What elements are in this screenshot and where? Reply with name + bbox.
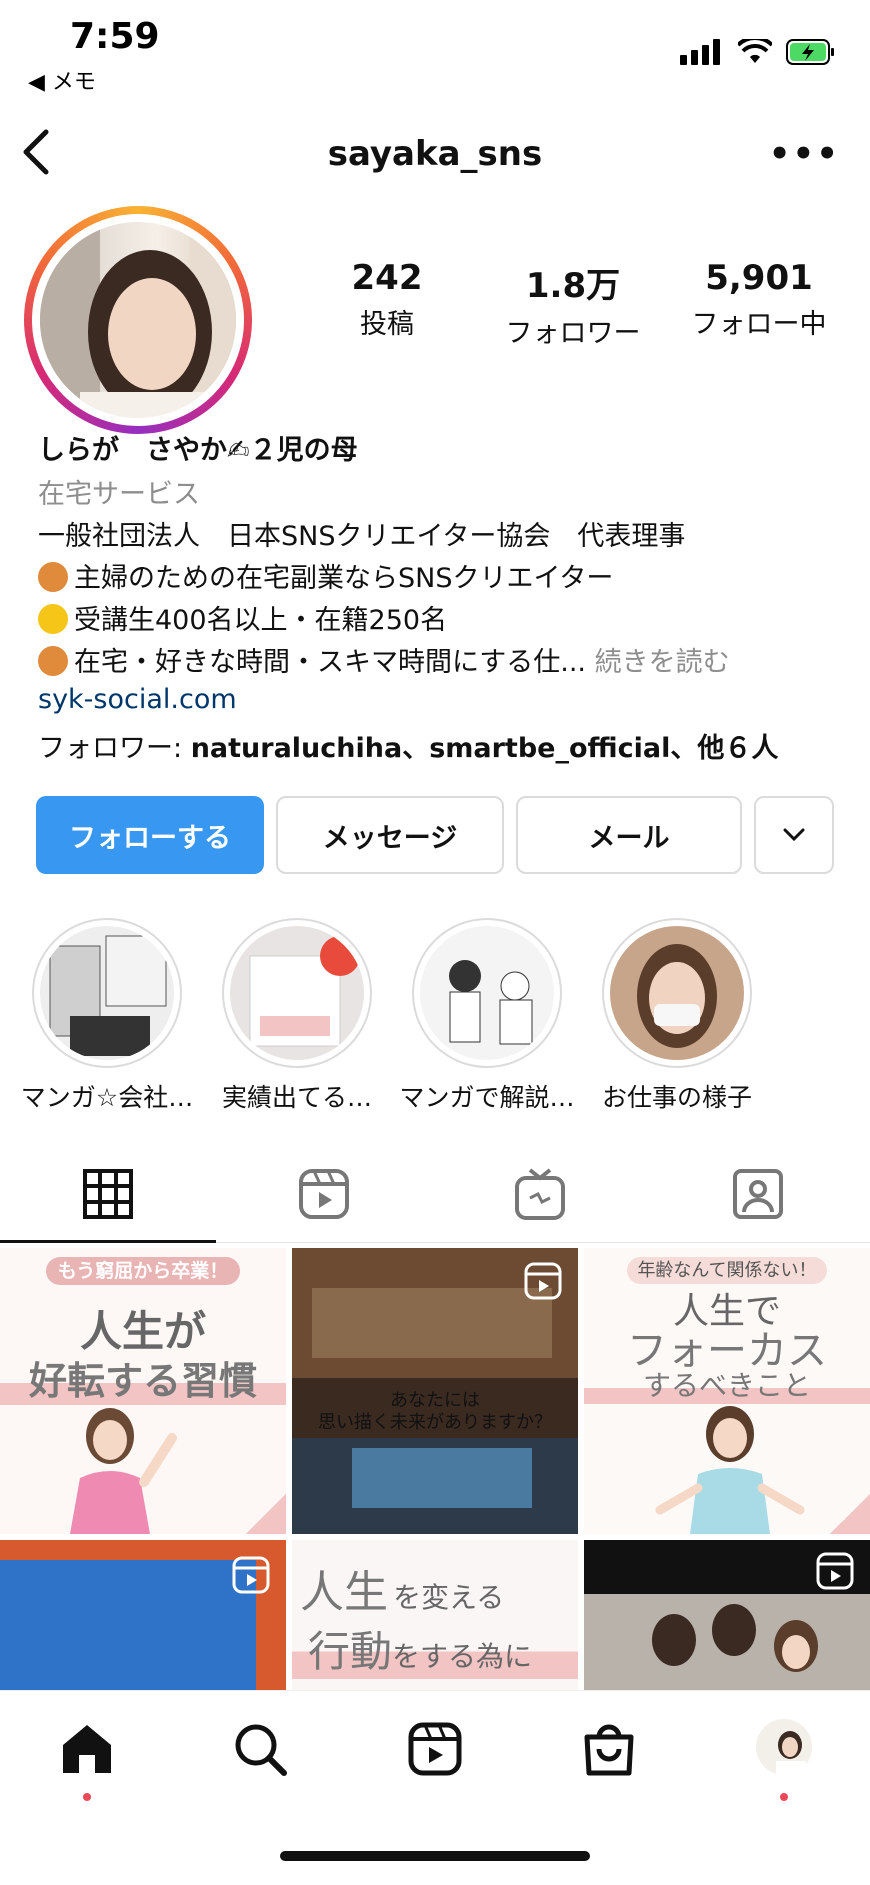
grid-icon[interactable]: [82, 1168, 134, 1220]
stat-following[interactable]: 5,901 フォロー中: [674, 258, 844, 341]
post-1-banner: もう窮屈から卒業！: [45, 1257, 241, 1285]
highlight-work-scenes[interactable]: [602, 918, 752, 1068]
yellow-circle-icon: [38, 604, 68, 634]
highlight-label-2: 実績出てる…: [221, 1083, 372, 1112]
email-button[interactable]: メール: [516, 796, 742, 874]
stat-followers-label: フォロワー: [505, 318, 641, 349]
reels-nav-icon[interactable]: [407, 1721, 463, 1777]
bio-line-4: 在宅・好きな時間・スキマ時間にする仕... 続きを読む: [38, 640, 730, 679]
wifi-icon: [738, 39, 772, 63]
reel-badge-icon: [816, 1552, 854, 1590]
highlight-label-1: マンガ☆会社…: [20, 1083, 194, 1112]
bio-line-3: 受講生400名以上・在籍250名: [38, 598, 447, 637]
follow-button[interactable]: フォローする: [36, 796, 264, 874]
bio-line-4-text: 在宅・好きな時間・スキマ時間にする仕...: [74, 647, 587, 678]
post-thumbnail-6[interactable]: [584, 1540, 870, 1690]
stat-posts-value: 242: [351, 258, 423, 298]
bio-line-2: 主婦のための在宅副業ならSNSクリエイター: [38, 556, 613, 595]
stat-posts-label: 投稿: [360, 309, 414, 340]
stat-followers-value: 1.8万: [525, 266, 621, 306]
post-thumbnail-5[interactable]: 人生 を変える 行動をする為に: [292, 1540, 578, 1690]
suggested-dropdown-button[interactable]: [754, 796, 834, 874]
followed-by-names: naturaluchiha、smartbe_official、他６人: [190, 733, 779, 764]
profile-nav-avatar[interactable]: [756, 1719, 812, 1775]
status-icons: [680, 38, 836, 66]
home-icon[interactable]: [59, 1721, 115, 1777]
highlight-manga-explain[interactable]: [412, 918, 562, 1068]
post-2-caption-2: 思い描く未来がありますか？: [318, 1412, 552, 1433]
followed-by-prefix: フォロワー:: [38, 733, 191, 764]
stat-following-value: 5,901: [705, 258, 813, 298]
message-button[interactable]: メッセージ: [276, 796, 504, 874]
reel-badge-icon: [232, 1556, 270, 1594]
bio-line-3-text: 受講生400名以上・在籍250名: [74, 605, 448, 636]
post-5-word-d: をする為に: [392, 1640, 533, 1673]
post-3-banner: 年齢なんて関係ない！: [627, 1257, 827, 1284]
post-5-word-a: 人生: [300, 1567, 388, 1618]
followed-by[interactable]: フォロワー: naturaluchiha、smartbe_official、他６…: [38, 726, 778, 765]
orange-circle-icon: [38, 646, 68, 676]
read-more-link[interactable]: 続きを読む: [595, 647, 730, 678]
shop-icon[interactable]: [581, 1721, 637, 1777]
stat-following-label: フォロー中: [691, 309, 827, 340]
signal-icon: [680, 39, 720, 65]
highlight-results[interactable]: [222, 918, 372, 1068]
profile-notification-dot: [780, 1793, 788, 1801]
profile-display-name: しらが さやか✍２児の母: [38, 435, 358, 466]
igtv-icon[interactable]: [514, 1168, 566, 1220]
reel-badge-icon: [524, 1262, 562, 1300]
post-thumbnail-4[interactable]: [0, 1540, 286, 1690]
active-tab-indicator: [0, 1240, 216, 1243]
tagged-icon[interactable]: [732, 1168, 784, 1220]
bottom-navigation: [0, 1690, 870, 1885]
back-to-app-link[interactable]: ◀ メモ: [28, 64, 96, 96]
post-1-line2: 好転する習慣: [0, 1350, 286, 1405]
stat-posts[interactable]: 242 投稿: [302, 258, 472, 341]
home-indicator: [280, 1851, 590, 1861]
highlight-manga-company[interactable]: [32, 918, 182, 1068]
post-thumbnail-1[interactable]: もう窮屈から卒業！ 人生が 好転する習慣: [0, 1248, 286, 1534]
stat-followers[interactable]: 1.8万 フォロワー: [488, 258, 658, 350]
chevron-down-icon: [783, 828, 805, 842]
profile-username: sayaka_sns: [327, 134, 543, 174]
highlight-label-3: マンガで解説…: [399, 1083, 575, 1112]
profile-avatar[interactable]: [24, 206, 252, 434]
reels-icon[interactable]: [298, 1168, 350, 1220]
post-5-word-b: を変える: [393, 1581, 505, 1614]
profile-category: 在宅サービス: [38, 479, 200, 510]
highlight-label-4: お仕事の様子: [601, 1083, 752, 1112]
post-thumbnail-3[interactable]: 年齢なんて関係ない！ 人生で フォーカス するべきこと: [584, 1248, 870, 1534]
more-options-icon[interactable]: •••: [769, 134, 840, 174]
home-notification-dot: [83, 1793, 91, 1801]
bio-line-1: 一般社団法人 日本SNSクリエイター協会 代表理事: [38, 521, 686, 552]
orange-circle-icon: [38, 562, 68, 592]
search-icon[interactable]: [232, 1721, 288, 1777]
avatar-photo: [40, 222, 236, 418]
bio-website-link[interactable]: syk-social.com: [38, 684, 237, 715]
battery-charging-icon: [786, 39, 834, 65]
status-time: 7:59: [70, 16, 160, 57]
bio-line-2-text: 主婦のための在宅副業ならSNSクリエイター: [74, 563, 614, 594]
post-5-word-c: 行動: [308, 1627, 393, 1676]
post-thumbnail-2[interactable]: あなたには 思い描く未来がありますか？: [292, 1248, 578, 1534]
